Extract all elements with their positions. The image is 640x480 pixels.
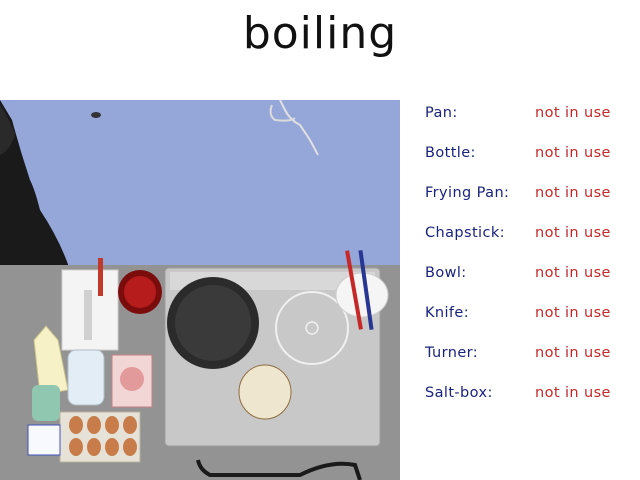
tool-state: not in use xyxy=(535,265,611,281)
kitchen-camera-image xyxy=(0,100,400,480)
tool-state: not in use xyxy=(535,305,611,321)
tool-row-salt-box: Salt-box: not in use xyxy=(425,385,635,425)
tool-name: Pan: xyxy=(425,105,458,121)
tool-name: Bowl: xyxy=(425,265,467,281)
tool-name: Salt-box: xyxy=(425,385,493,401)
tool-state: not in use xyxy=(535,105,611,121)
tool-name: Bottle: xyxy=(425,145,476,161)
tool-row-chapstick: Chapstick: not in use xyxy=(425,225,635,265)
tool-state: not in use xyxy=(535,385,611,401)
annotated-frame: boiling Pan: not in use Bottle: not in u… xyxy=(0,0,640,480)
tool-state: not in use xyxy=(535,345,611,361)
tool-row-bowl: Bowl: not in use xyxy=(425,265,635,305)
paper-label xyxy=(238,364,292,420)
tool-name: Frying Pan: xyxy=(425,185,510,201)
tool-row-frying-pan: Frying Pan: not in use xyxy=(425,185,635,225)
tool-row-turner: Turner: not in use xyxy=(425,345,635,385)
tool-state: not in use xyxy=(535,225,611,241)
tool-row-knife: Knife: not in use xyxy=(425,305,635,345)
tool-row-pan: Pan: not in use xyxy=(425,105,635,145)
tool-status-panel: Pan: not in use Bottle: not in use Fryin… xyxy=(425,105,635,425)
action-label: boiling xyxy=(242,8,398,59)
tool-name: Turner: xyxy=(425,345,479,361)
tool-state: not in use xyxy=(535,145,611,161)
tool-row-bottle: Bottle: not in use xyxy=(425,145,635,185)
tool-name: Chapstick: xyxy=(425,225,505,241)
plate xyxy=(335,272,389,318)
salt-box xyxy=(27,424,61,456)
tool-state: not in use xyxy=(535,185,611,201)
knife xyxy=(84,290,92,340)
glass-bottle xyxy=(67,349,105,406)
green-cup xyxy=(32,385,60,421)
tool-name: Knife: xyxy=(425,305,470,321)
